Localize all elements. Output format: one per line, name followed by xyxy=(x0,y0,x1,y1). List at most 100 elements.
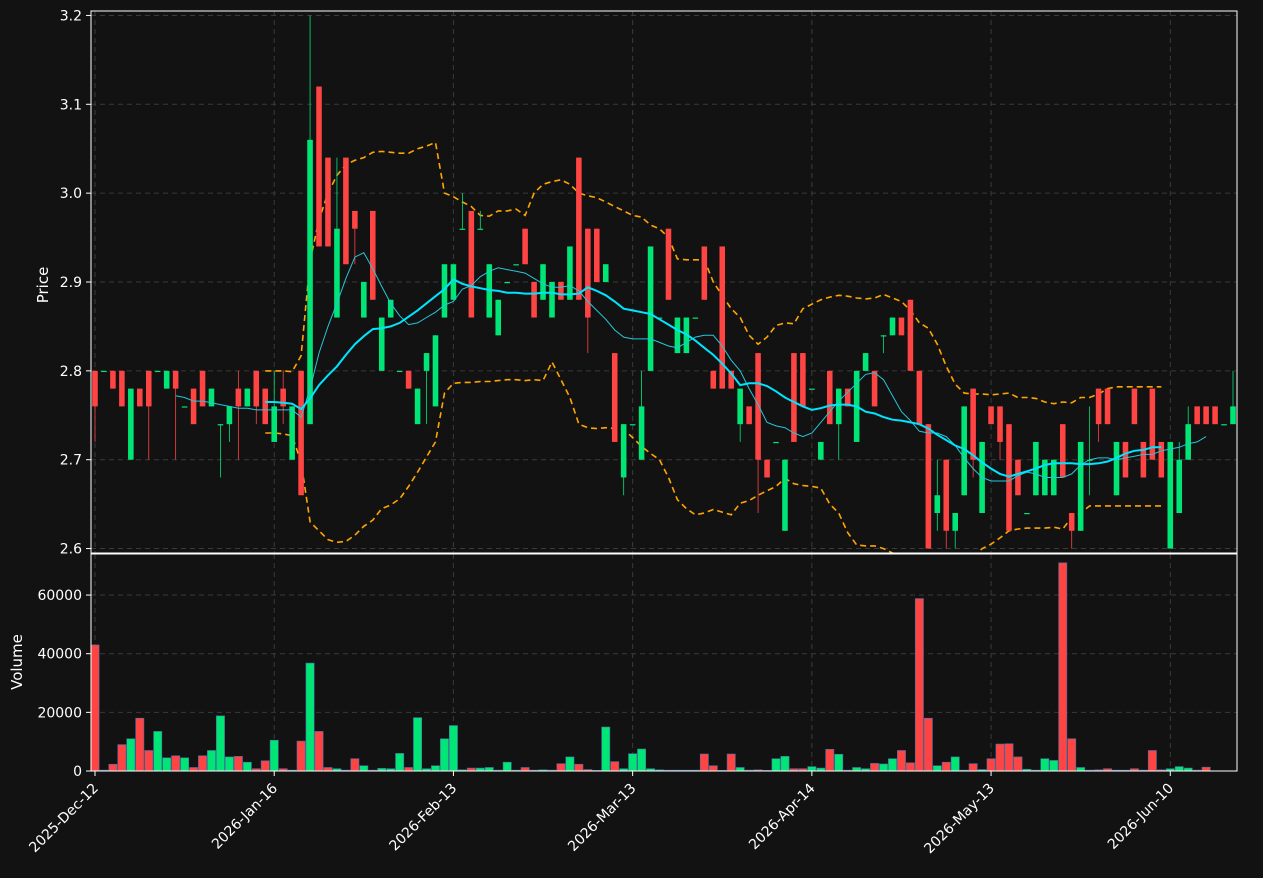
candle-body xyxy=(468,210,475,318)
candle-body xyxy=(504,282,510,284)
volume-bar xyxy=(1004,743,1014,772)
candle-body xyxy=(1185,424,1191,460)
volume-bar xyxy=(162,757,172,772)
candle-body xyxy=(343,157,349,265)
candle-body xyxy=(101,370,107,373)
volume-bar xyxy=(269,739,279,772)
volume-bar xyxy=(171,755,181,772)
candle-body xyxy=(289,406,295,460)
candle-body xyxy=(755,353,761,460)
volume-bar xyxy=(305,662,315,772)
candle-body xyxy=(513,264,519,266)
candle-body xyxy=(818,441,824,460)
volume-bar xyxy=(574,763,584,772)
candle-body xyxy=(943,459,950,531)
candle-body xyxy=(244,388,251,407)
candle-body xyxy=(235,388,242,407)
candle-body xyxy=(370,210,376,300)
candle-body xyxy=(459,228,466,230)
candle-body xyxy=(764,459,770,478)
candle-body xyxy=(907,299,914,371)
candle-body xyxy=(988,406,994,425)
candle-body xyxy=(880,335,887,337)
volume-bar xyxy=(207,750,216,772)
candle-body xyxy=(396,370,403,373)
candle-body xyxy=(916,370,923,425)
candle-body xyxy=(997,406,1003,442)
candle-body xyxy=(1015,459,1021,496)
candle-body xyxy=(1131,388,1138,425)
candle-body xyxy=(271,406,277,442)
volume-bar xyxy=(135,717,145,772)
volume-bar xyxy=(1147,750,1157,772)
candle-body xyxy=(602,264,609,282)
candle-body xyxy=(800,353,806,407)
volume-bar xyxy=(950,756,960,772)
candle-body xyxy=(477,228,484,230)
candle-body xyxy=(405,370,412,389)
volume-bar xyxy=(968,763,978,772)
volume-bar xyxy=(126,738,136,772)
candle-body xyxy=(432,335,439,407)
candle-body xyxy=(791,353,797,442)
volume-bar xyxy=(941,761,951,772)
candle-body xyxy=(137,388,143,407)
candle-body xyxy=(352,210,358,229)
candle-body xyxy=(567,246,573,300)
candle-body xyxy=(576,157,582,300)
candle-body xyxy=(1104,388,1111,425)
volume-bar xyxy=(520,767,530,772)
volume-bar xyxy=(1201,766,1211,772)
volume-bar xyxy=(708,765,718,772)
volume-bar xyxy=(879,763,888,772)
candle-body xyxy=(611,353,618,442)
volume-bar xyxy=(1058,562,1068,772)
candle-body xyxy=(110,370,116,389)
chart-svg: 2.6 2.7 2.8 2.9 3.0 3.1 3.2 Price 0 20000 40000 6… xyxy=(0,0,1263,874)
volume-bar xyxy=(780,756,790,772)
volume-bar xyxy=(180,757,190,772)
volume-y-tick-label: 60000 xyxy=(37,588,82,604)
candle-body xyxy=(154,370,161,373)
candle-body xyxy=(952,513,958,531)
volume-bar xyxy=(296,740,306,772)
candlestick-chart: 2.6 2.7 2.8 2.9 3.0 3.1 3.2 Price 0 20000 40000 6… xyxy=(0,0,1263,874)
volume-y-tick-label: 0 xyxy=(73,764,82,780)
candle-body xyxy=(871,370,878,407)
candle-body xyxy=(710,370,717,389)
volume-bar xyxy=(699,753,709,772)
candle-body xyxy=(629,424,636,426)
candle-body xyxy=(1230,406,1236,425)
volume-bar xyxy=(565,756,575,772)
candle-body xyxy=(325,157,331,247)
volume-bar xyxy=(807,766,817,772)
candle-body xyxy=(522,228,528,265)
volume-bar xyxy=(189,767,198,772)
volume-bar xyxy=(359,765,369,772)
volume-bar xyxy=(771,758,781,772)
volume-bar xyxy=(224,756,234,772)
candle-body xyxy=(1176,459,1183,514)
volume-bar xyxy=(449,725,458,772)
candle-body xyxy=(361,282,367,318)
candle-body xyxy=(1068,513,1075,531)
volume-bar xyxy=(1040,758,1050,772)
candle-body xyxy=(226,406,233,425)
candle-body xyxy=(145,370,152,407)
candle-body xyxy=(208,388,215,407)
volume-bar xyxy=(90,644,100,772)
volume-bar xyxy=(1174,766,1184,772)
volume-bar xyxy=(932,765,942,772)
volume-bar xyxy=(395,753,405,772)
candle-body xyxy=(1167,441,1174,549)
candle-body xyxy=(1140,441,1147,478)
volume-bar xyxy=(198,755,207,772)
volume-bar xyxy=(905,762,915,772)
candle-body xyxy=(253,370,260,407)
candle-body xyxy=(970,388,976,460)
price-y-tick-label: 3.0 xyxy=(60,186,82,202)
candle-body xyxy=(746,406,752,425)
volume-bar xyxy=(897,750,906,772)
volume-bar xyxy=(556,763,566,772)
candle-body xyxy=(558,282,564,300)
